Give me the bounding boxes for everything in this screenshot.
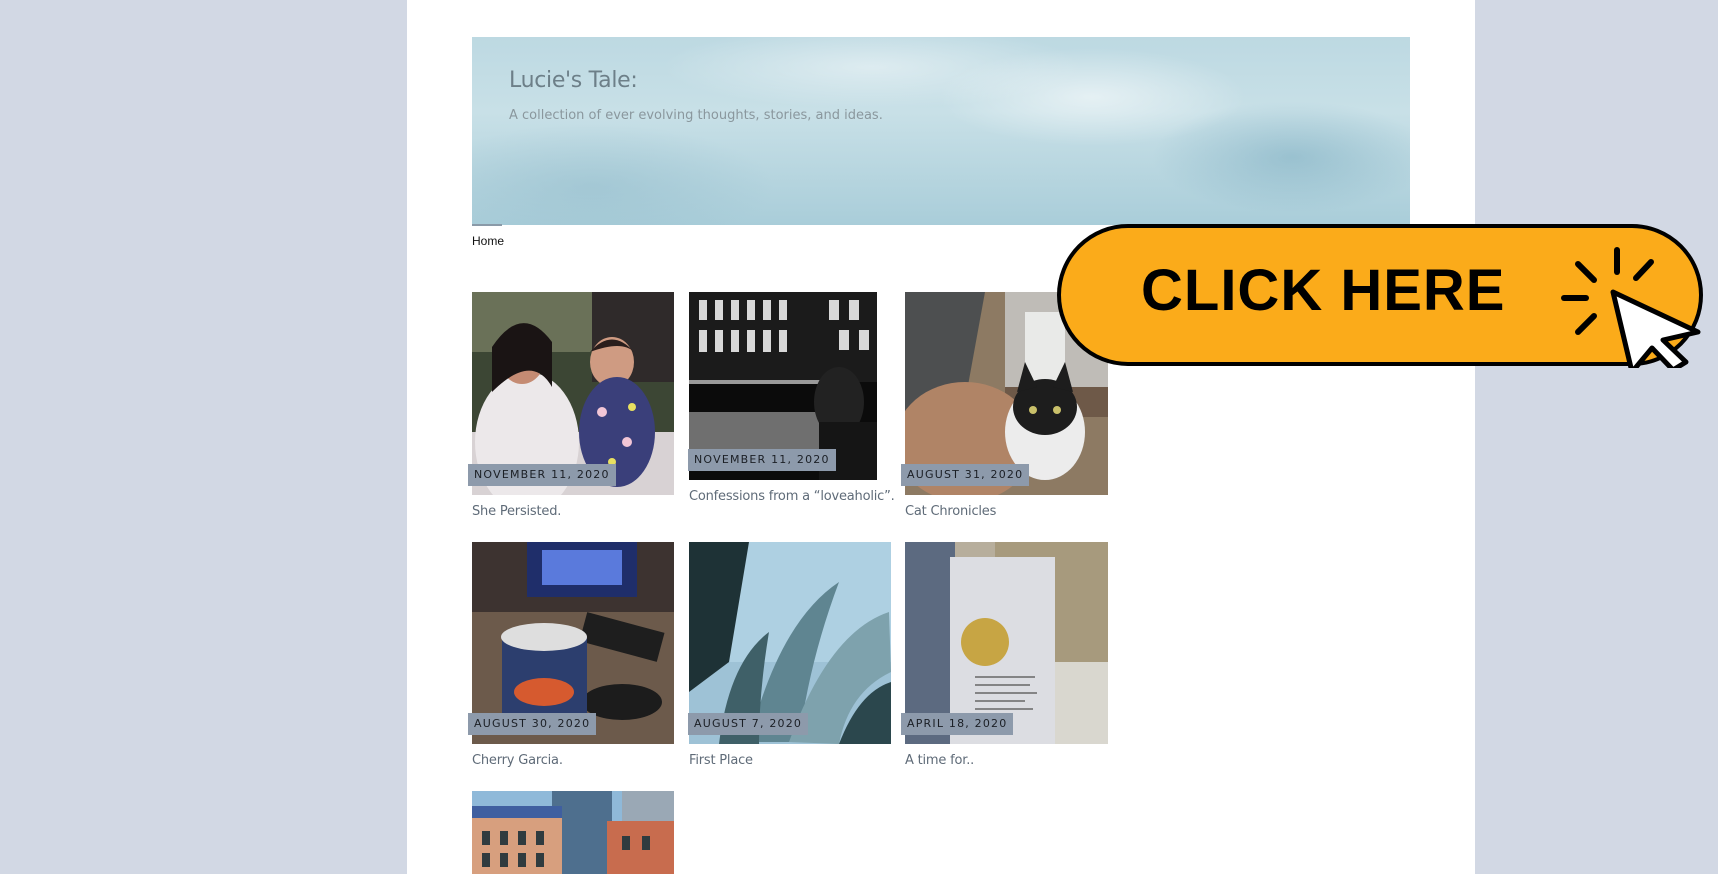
post-title[interactable]: Cherry Garcia. [472, 753, 563, 768]
cursor-click-icon [1561, 247, 1701, 368]
post-date-badge: NOVEMBER 11, 2020 [688, 449, 836, 471]
post-card[interactable]: NOVEMBER 11, 2020 Confessions from a “lo… [688, 292, 895, 507]
page-content: Lucie's Tale: A collection of ever evolv… [407, 0, 1475, 874]
post-card[interactable]: APRIL 18, 2020 A time for.. [901, 542, 1108, 772]
nav-home-link[interactable]: Home [472, 234, 504, 248]
post-date-badge: NOVEMBER 11, 2020 [468, 464, 616, 486]
post-card[interactable]: AUGUST 30, 2020 Cherry Garcia. [468, 542, 675, 772]
click-here-banner[interactable]: CLICK HERE [1055, 222, 1705, 368]
post-title[interactable]: First Place [689, 753, 753, 768]
post-title[interactable]: Cat Chronicles [905, 504, 996, 519]
site-description: A collection of ever evolving thoughts, … [509, 108, 883, 123]
site-title[interactable]: Lucie's Tale: [509, 68, 638, 93]
post-card[interactable]: NOVEMBER 11, 2020 She Persisted. [468, 292, 675, 522]
nav-active-indicator [472, 224, 502, 226]
post-date-badge: AUGUST 30, 2020 [468, 713, 597, 735]
site-header-banner: Lucie's Tale: A collection of ever evolv… [472, 37, 1410, 225]
post-card[interactable] [472, 791, 674, 874]
post-title[interactable]: A time for.. [905, 753, 974, 768]
post-thumbnail-image[interactable] [472, 791, 674, 874]
click-here-label: CLICK HERE [1141, 258, 1506, 323]
post-title[interactable]: Confessions from a “loveaholic”. [689, 489, 895, 504]
post-date-badge: AUGUST 7, 2020 [688, 713, 809, 735]
post-date-badge: APRIL 18, 2020 [901, 713, 1014, 735]
post-title[interactable]: She Persisted. [472, 504, 561, 519]
post-date-badge: AUGUST 31, 2020 [901, 464, 1030, 486]
post-card[interactable]: AUGUST 7, 2020 First Place [688, 542, 892, 772]
